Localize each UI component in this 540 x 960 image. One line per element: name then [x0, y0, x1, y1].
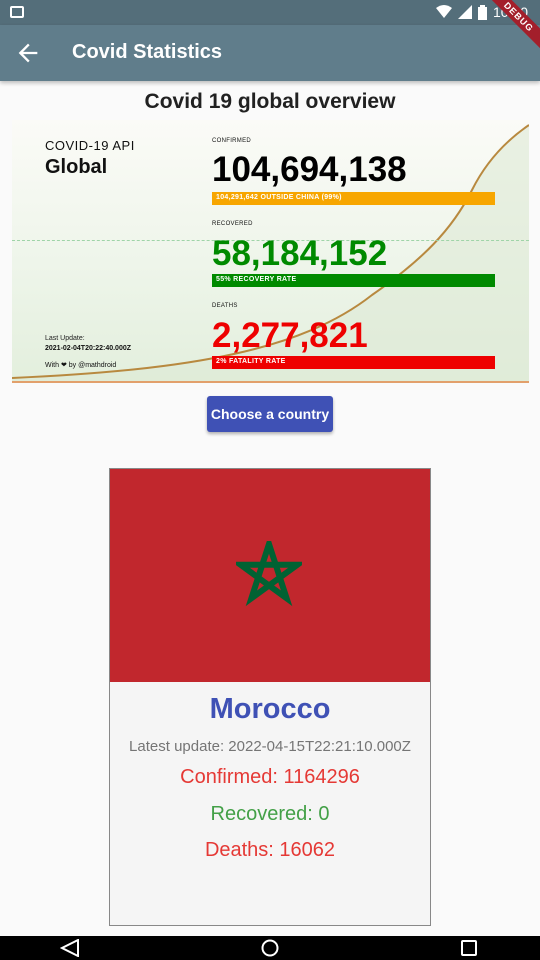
home-circle-icon[interactable]: [260, 939, 280, 957]
pentagram-star-icon: [236, 541, 302, 607]
debug-ribbon: DEBUG: [481, 0, 540, 56]
choose-country-button[interactable]: Choose a country: [207, 396, 333, 432]
global-overview-image: COVID-19 API Global CONFIRMED 104,694,13…: [12, 120, 529, 383]
last-update-label: Last Update:: [45, 335, 85, 342]
confirmed-note: 104,291,642 OUTSIDE CHINA (99%): [212, 192, 495, 205]
latest-update: Latest update: 2022-04-15T22:21:10.000Z: [129, 738, 411, 755]
recovered-total: 58,184,152: [212, 234, 388, 273]
confirmed-total: 104,694,138: [212, 150, 407, 189]
page-heading: Covid 19 global overview: [144, 90, 396, 113]
country-confirmed: Confirmed: 1164296: [180, 766, 360, 788]
country-name: Morocco: [209, 693, 331, 725]
api-label: COVID-19 API: [45, 138, 135, 153]
recovered-label: RECOVERED: [212, 221, 253, 227]
status-bar: 10:10: [0, 0, 540, 25]
debug-banner: DEBUG: [480, 0, 540, 60]
country-card: Morocco Latest update: 2022-04-15T22:21:…: [109, 468, 431, 926]
region-label: Global: [45, 156, 108, 178]
recents-square-icon[interactable]: [460, 939, 478, 957]
recovered-note: 55% RECOVERY RATE: [212, 274, 495, 287]
country-deaths: Deaths: 16062: [204, 839, 336, 861]
confirmed-label: CONFIRMED: [212, 138, 252, 144]
deaths-label: DEATHS: [212, 303, 238, 309]
wifi-icon: [435, 5, 452, 18]
deaths-note: 2% FATALITY RATE: [212, 356, 495, 369]
app-bar: Covid Statistics: [0, 25, 540, 81]
system-nav-bar: [0, 936, 540, 960]
signal-icon: [457, 5, 472, 19]
arrow-left-icon[interactable]: [14, 39, 42, 67]
back-triangle-icon[interactable]: [60, 939, 80, 957]
image-notification-icon: [10, 6, 24, 18]
country-flag: [110, 469, 430, 682]
country-recovered: Recovered: 0: [210, 803, 330, 825]
credit-text: With ❤ by @mathdroid: [45, 362, 117, 369]
deaths-total: 2,277,821: [212, 316, 368, 355]
app-bar-title: Covid Statistics: [72, 41, 223, 63]
last-update-value: 2021-02-04T20:22:40.000Z: [45, 345, 132, 352]
